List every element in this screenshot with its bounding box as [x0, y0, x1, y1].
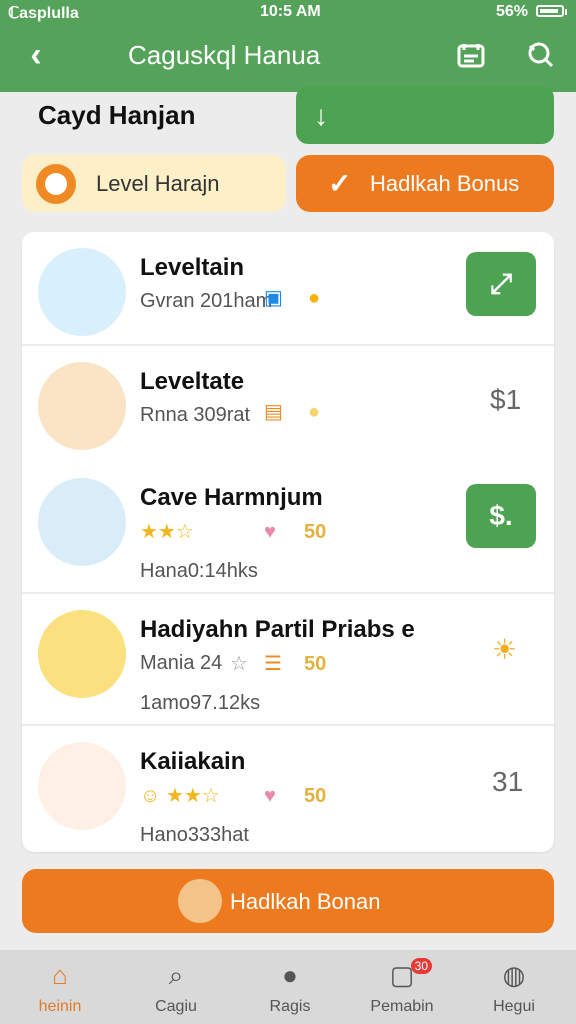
item-subtitle: Hano333hat	[140, 824, 249, 846]
sun-icon: ☀	[492, 634, 518, 665]
star-rating: ★★☆	[140, 521, 194, 543]
check-icon: ✓	[328, 168, 352, 199]
bottom-bonus-button[interactable]: Hadlkah Bonan	[22, 869, 554, 933]
bonus-button[interactable]: ✓ Hadlkah Bonus	[296, 155, 554, 212]
app-screen: ℂasplulla 10:5 AM 56% ‹ Caguskql Hanua C…	[0, 0, 576, 1024]
notification-badge: 30	[410, 958, 432, 974]
star-icon: ☆	[230, 653, 248, 675]
nav-home[interactable]: ⌂ heinin	[14, 958, 106, 1018]
character-icon	[38, 248, 126, 336]
clock-text: 10:5 AM	[260, 3, 321, 20]
app-header: ‹ Caguskql Hanua	[0, 24, 576, 88]
item-title: Cave Harmnjum	[140, 484, 323, 511]
battery-fill	[540, 9, 558, 13]
download-button[interactable]: ↓	[296, 86, 554, 144]
main-card: Leveltain Gvran 201ham ▣ ● ⤢ Leveltate R…	[22, 232, 554, 852]
carrier-text: ℂasplulla	[8, 5, 79, 22]
list-item[interactable]: Hadiyahn Partil Priabs e Mania 24 ☆ ☰ 50…	[22, 594, 554, 724]
list-item[interactable]: Cave Harmnjum ★★☆ ♥ 50 Hana0:14hks $.	[22, 462, 554, 592]
heart-icon: ♥	[264, 521, 276, 543]
back-button[interactable]: ‹	[16, 36, 56, 76]
bag-icon: ☰	[264, 653, 282, 675]
level-icon	[36, 164, 76, 204]
bonus-label: Hadlkah Bonus	[370, 171, 520, 196]
character-icon	[38, 478, 126, 566]
price-label: 31	[492, 766, 524, 797]
list-item[interactable]: Leveltain Gvran 201ham ▣ ● ⤢	[22, 232, 554, 344]
level-pill[interactable]: Level Harajn	[22, 155, 286, 212]
search-icon[interactable]	[520, 36, 558, 74]
item-subtitle: Mania 24	[140, 652, 223, 674]
profile-icon: ◍	[502, 960, 526, 990]
nav-profile[interactable]: ◍ Hegui	[468, 958, 560, 1018]
item-title: Kaiiakain	[140, 748, 246, 775]
battery-icon	[536, 5, 567, 17]
item-subtitle: Rnna 309rat	[140, 404, 251, 426]
inbox-icon: ▢	[389, 960, 415, 990]
search-icon: ⌕	[168, 960, 184, 990]
character-icon	[38, 610, 126, 698]
character-icon	[178, 879, 222, 923]
item-title: Leveltate	[140, 368, 245, 395]
status-bar: ℂasplulla 10:5 AM 56%	[0, 0, 576, 24]
battery-percent: 56%	[495, 3, 528, 20]
nav-chat[interactable]: ● Ragis	[244, 958, 336, 1018]
nav-inbox[interactable]: ▢ 30 Pemabin	[356, 958, 448, 1018]
price-label: $1	[490, 384, 522, 415]
shopping-bag-icon: ▣	[264, 287, 283, 309]
page-title: Caguskql Hanua	[128, 40, 321, 70]
item-title: Hadiyahn Partil Priabs e	[140, 616, 415, 643]
basket-icon: ▤	[264, 401, 283, 423]
item-title: Leveltain	[140, 254, 245, 281]
bottom-nav: ⌂ heinin ⌕ Cagiu ● Ragis ▢ 30 Pemabin ◍ …	[0, 950, 576, 1024]
rating-icons: ☺ ★★☆	[140, 785, 220, 807]
count-label: 50	[304, 653, 327, 675]
item-subtitle: 1amo97.12ks	[140, 692, 261, 714]
download-icon: ↓	[314, 100, 328, 131]
top-header: ℂasplulla 10:5 AM 56% ‹ Caguskql Hanua	[0, 0, 576, 92]
coin-icon: ●	[308, 401, 321, 423]
heart-icon: ♥	[264, 785, 276, 807]
item-subtitle: Gvran 201ham	[140, 290, 273, 312]
character-icon	[38, 742, 126, 830]
nav-label: heinin	[38, 998, 82, 1015]
price-button[interactable]: $.	[466, 484, 536, 548]
bottom-bonus-label: Hadlkah Bonan	[230, 889, 381, 914]
count-label: 50	[304, 785, 327, 807]
section-title: Cayd Hanjan	[38, 100, 196, 130]
level-label: Level Harajn	[96, 171, 220, 196]
nav-label: Cagiu	[155, 998, 197, 1015]
coin-icon: ●	[308, 287, 321, 309]
nav-label: Pemabin	[370, 998, 434, 1015]
character-icon	[38, 362, 126, 450]
nav-label: Hegui	[493, 998, 535, 1015]
nav-search[interactable]: ⌕ Cagiu	[130, 958, 222, 1018]
list-item[interactable]: Kaiiakain ☺ ★★☆ ♥ 50 Hano333hat 31	[22, 726, 554, 852]
chat-icon: ●	[282, 960, 298, 990]
calendar-icon[interactable]	[452, 36, 490, 74]
nav-label: Ragis	[269, 998, 311, 1015]
item-subtitle: Hana0:14hks	[140, 560, 258, 582]
count-label: 50	[304, 521, 327, 543]
list-item[interactable]: Leveltate Rnna 309rat ▤ ● $1	[22, 346, 554, 458]
open-button[interactable]: ⤢	[466, 252, 536, 316]
home-icon: ⌂	[52, 960, 68, 990]
